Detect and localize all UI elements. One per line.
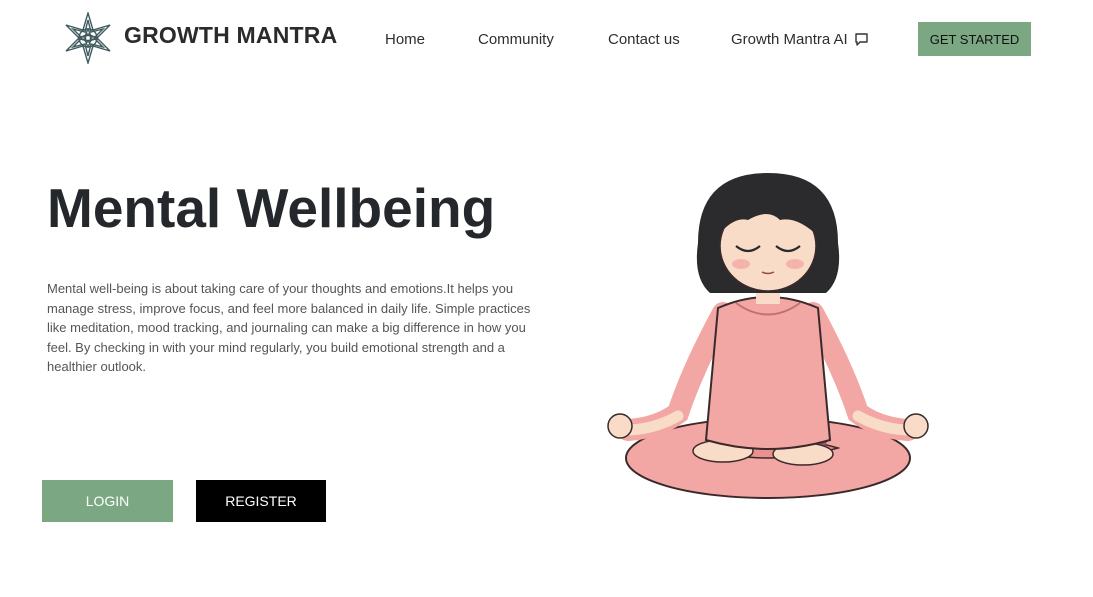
torso bbox=[704, 296, 832, 450]
hero-description: Mental well-being is about taking care o… bbox=[47, 281, 531, 374]
mandala-icon[interactable] bbox=[62, 12, 114, 64]
right-hand bbox=[903, 413, 929, 439]
nav-contact[interactable]: Contact us bbox=[608, 31, 680, 48]
right-blush bbox=[786, 259, 804, 269]
hero-title: Mental Wellbeing bbox=[47, 177, 496, 239]
get-started-button[interactable]: GET STARTED bbox=[918, 22, 1031, 56]
nav-home[interactable]: Home bbox=[385, 31, 425, 48]
chat-bubble-icon bbox=[855, 33, 868, 46]
meditating-girl-illustration bbox=[607, 173, 929, 499]
register-button[interactable]: REGISTER bbox=[196, 480, 326, 522]
left-blush bbox=[732, 259, 750, 269]
left-hand bbox=[607, 413, 633, 439]
top-navbar: GROWTH MANTRA Home Community Contact us … bbox=[0, 0, 1093, 75]
nav-growth-mantra-ai[interactable]: Growth Mantra AI bbox=[731, 31, 869, 48]
brand-name[interactable]: GROWTH MANTRA bbox=[124, 22, 337, 49]
nav-community[interactable]: Community bbox=[478, 31, 554, 48]
nav-growth-mantra-ai-label: Growth Mantra AI bbox=[731, 31, 848, 48]
login-button[interactable]: LOGIN bbox=[42, 480, 173, 522]
